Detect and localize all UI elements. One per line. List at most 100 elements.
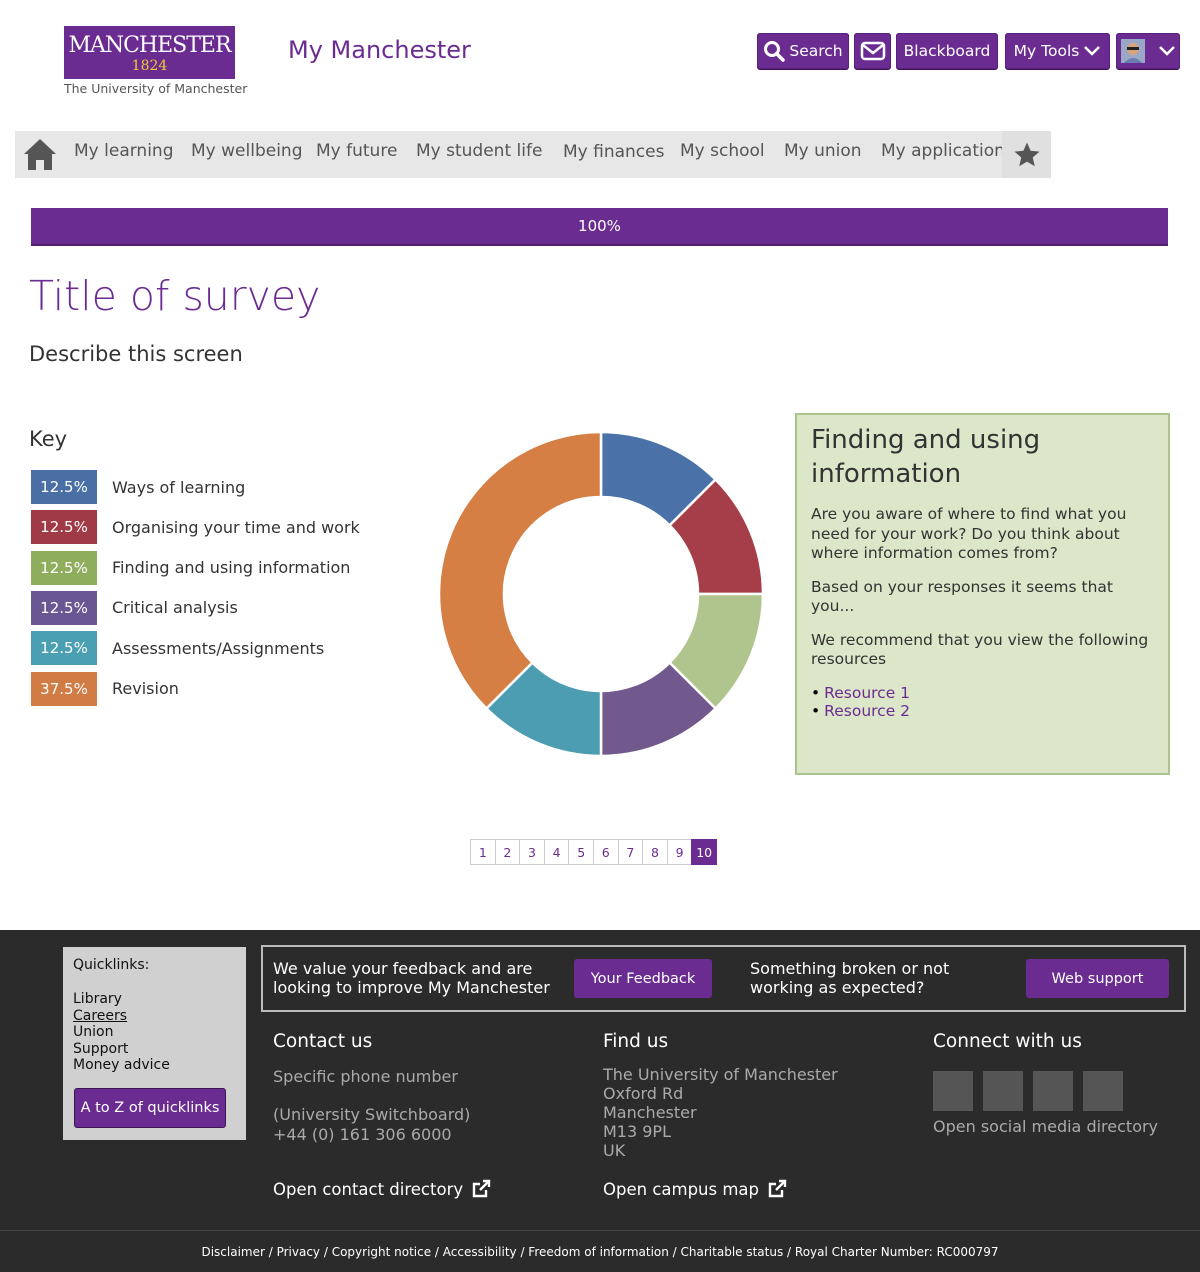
star-icon bbox=[1014, 142, 1039, 166]
donut-slice-revision[interactable] bbox=[437, 430, 603, 711]
main-nav: My learning My wellbeing My future My st… bbox=[15, 131, 1051, 178]
search-icon bbox=[764, 41, 786, 62]
my-tools-label: My Tools bbox=[1013, 42, 1080, 60]
info-recommendation: We recommend that you view the following… bbox=[811, 630, 1149, 669]
social-icon-1[interactable] bbox=[933, 1071, 973, 1111]
nav-my-student-life[interactable]: My student life bbox=[416, 141, 542, 161]
page-link[interactable]: 8 bbox=[642, 839, 668, 865]
address-line-4: M13 9PL bbox=[603, 1122, 671, 1141]
legal-links[interactable]: Disclaimer / Privacy / Copyright notice … bbox=[0, 1230, 1200, 1272]
category-info-panel: Finding and using information Are you aw… bbox=[795, 413, 1170, 775]
key-percentage-badge: 12.5% bbox=[31, 510, 97, 545]
page-link[interactable]: 4 bbox=[543, 839, 570, 865]
page-link[interactable]: 3 bbox=[519, 839, 545, 865]
external-link-icon bbox=[768, 1179, 787, 1198]
key-heading: Key bbox=[29, 427, 68, 451]
web-support-button[interactable]: Web support bbox=[1026, 959, 1169, 998]
social-icon-2[interactable] bbox=[983, 1071, 1023, 1111]
address-line-5: UK bbox=[603, 1141, 626, 1160]
pagination: 1 2 3 4 5 6 7 8 9 10 bbox=[470, 839, 717, 865]
key-percentage-badge: 12.5% bbox=[31, 550, 97, 585]
mail-button[interactable] bbox=[854, 33, 891, 69]
info-heading: Finding and using information bbox=[811, 425, 1041, 489]
quicklink-union[interactable]: Union bbox=[73, 1024, 236, 1041]
address-line-2: Oxford Rd bbox=[603, 1084, 684, 1103]
contact-phone-label: Specific phone number bbox=[273, 1067, 458, 1086]
key-item: 12.5% Organising your time and work bbox=[31, 510, 360, 545]
connect-heading: Connect with us bbox=[933, 1031, 1082, 1052]
feedback-bar: We value your feedback and are looking t… bbox=[261, 945, 1186, 1012]
resource-list: Resource 1 Resource 2 bbox=[811, 684, 1154, 720]
key-label: Critical analysis bbox=[112, 598, 238, 618]
external-link-icon bbox=[472, 1179, 491, 1198]
info-question: Are you aware of where to find what you … bbox=[811, 505, 1127, 562]
logo-wordmark: MANCHESTER bbox=[68, 33, 231, 58]
page-link[interactable]: 5 bbox=[568, 839, 594, 865]
home-icon[interactable] bbox=[23, 136, 57, 172]
nav-my-school[interactable]: My school bbox=[680, 141, 765, 161]
page-link[interactable]: 7 bbox=[617, 839, 644, 865]
quicklinks-panel: Quicklinks: Library Careers Union Suppor… bbox=[63, 947, 246, 1140]
blackboard-button-label: Blackboard bbox=[903, 42, 991, 60]
search-button-label: Search bbox=[789, 42, 843, 60]
page-link[interactable]: 2 bbox=[494, 839, 521, 865]
quicklink-support[interactable]: Support bbox=[73, 1041, 236, 1058]
key-label: Revision bbox=[112, 679, 179, 698]
survey-progress-bar: 100% bbox=[31, 208, 1168, 246]
key-label: Organising your time and work bbox=[112, 517, 360, 537]
page-link[interactable]: 10 bbox=[691, 839, 717, 865]
contact-heading: Contact us bbox=[273, 1031, 373, 1052]
key-percentage-badge: 12.5% bbox=[31, 470, 97, 504]
nav-my-application[interactable]: My application bbox=[881, 141, 1005, 161]
contact-directory-link[interactable]: Open contact directory bbox=[273, 1179, 491, 1199]
find-heading: Find us bbox=[603, 1031, 669, 1052]
quicklink-library[interactable]: Library bbox=[73, 991, 236, 1008]
blackboard-button[interactable]: Blackboard bbox=[896, 33, 998, 69]
key-label: Ways of learning bbox=[112, 477, 246, 497]
campus-map-label: Open campus map bbox=[603, 1179, 760, 1199]
key-percentage-badge: 37.5% bbox=[31, 671, 97, 706]
address-line-1: The University of Manchester bbox=[603, 1065, 838, 1084]
your-feedback-button[interactable]: Your Feedback bbox=[574, 959, 712, 998]
nav-my-wellbeing[interactable]: My wellbeing bbox=[191, 141, 302, 161]
social-icon-4[interactable] bbox=[1083, 1071, 1123, 1111]
site-title[interactable]: My Manchester bbox=[288, 36, 471, 64]
key-label: Assessments/Assignments bbox=[112, 638, 325, 658]
social-icon-3[interactable] bbox=[1033, 1071, 1073, 1111]
nav-my-union[interactable]: My union bbox=[784, 141, 862, 161]
contact-directory-label: Open contact directory bbox=[273, 1179, 464, 1199]
key-percentage-badge: 12.5% bbox=[31, 631, 97, 666]
campus-map-link[interactable]: Open campus map bbox=[603, 1179, 787, 1199]
nav-my-future[interactable]: My future bbox=[316, 141, 397, 161]
nav-my-learning[interactable]: My learning bbox=[74, 141, 174, 161]
resource-link-1[interactable]: Resource 1 bbox=[811, 684, 1154, 702]
contact-switchboard: (University Switchboard) bbox=[273, 1105, 471, 1124]
results-donut-chart bbox=[437, 430, 765, 758]
mail-icon bbox=[860, 41, 885, 61]
search-button[interactable]: Search bbox=[757, 33, 849, 69]
page-link[interactable]: 6 bbox=[592, 839, 619, 865]
page-link[interactable]: 1 bbox=[470, 839, 496, 865]
user-menu-button[interactable] bbox=[1116, 33, 1180, 69]
page-link[interactable]: 9 bbox=[666, 839, 693, 865]
chevron-down-icon bbox=[1158, 46, 1175, 56]
key-item: 12.5% Finding and using information bbox=[31, 550, 350, 585]
quicklink-money-advice[interactable]: Money advice bbox=[73, 1057, 236, 1074]
address-line-3: Manchester bbox=[603, 1103, 697, 1122]
key-item: 37.5% Revision bbox=[31, 671, 179, 706]
favourites-button[interactable] bbox=[1002, 131, 1051, 178]
chevron-down-icon bbox=[1084, 46, 1101, 56]
contact-number: +44 (0) 161 306 6000 bbox=[273, 1125, 452, 1144]
key-percentage-badge: 12.5% bbox=[31, 590, 97, 625]
nav-my-finances[interactable]: My finances bbox=[563, 142, 664, 162]
avatar bbox=[1120, 39, 1145, 63]
key-item: 12.5% Ways of learning bbox=[31, 470, 245, 504]
my-tools-button[interactable]: My Tools bbox=[1005, 33, 1110, 69]
quicklink-careers[interactable]: Careers bbox=[73, 1008, 236, 1025]
university-logo[interactable]: MANCHESTER 1824 bbox=[64, 26, 235, 79]
a-to-z-quicklinks-button[interactable]: A to Z of quicklinks bbox=[74, 1088, 226, 1128]
info-result: Based on your responses it seems that yo… bbox=[811, 577, 1113, 616]
social-directory-link[interactable]: Open social media directory bbox=[933, 1117, 1158, 1137]
support-text: Something broken or not working as expec… bbox=[750, 959, 950, 997]
resource-link-2[interactable]: Resource 2 bbox=[811, 702, 1154, 720]
